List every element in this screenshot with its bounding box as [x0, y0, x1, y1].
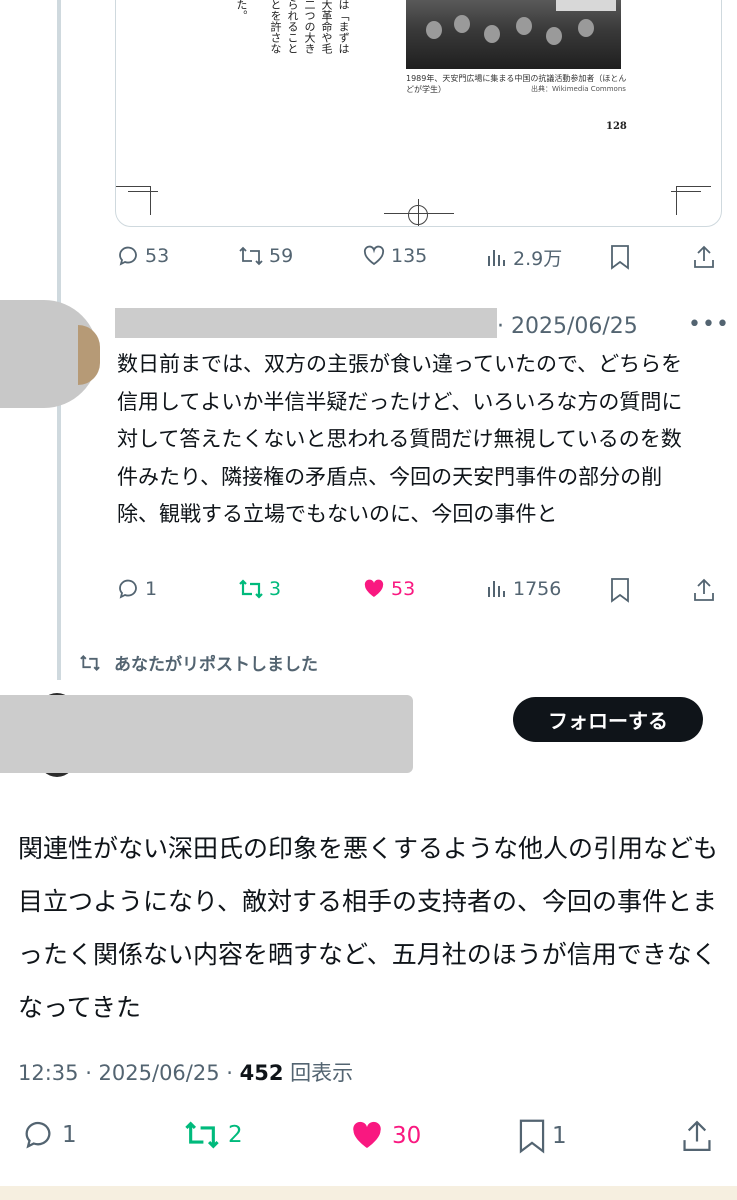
username-redacted[interactable] [115, 308, 497, 338]
reply-icon [115, 577, 141, 601]
author-header-redacted[interactable] [0, 695, 413, 773]
view-count: 2.9万 [513, 248, 563, 270]
crop-mark [128, 191, 158, 220]
book-text-column: は「まずは [337, 0, 350, 54]
like-count: 30 [392, 1123, 422, 1149]
page-number: 128 [606, 121, 627, 132]
bookmark-icon [516, 1118, 548, 1154]
bookmark-count: 1 [552, 1123, 567, 1149]
share-button[interactable] [692, 244, 716, 270]
crop-mark [671, 191, 701, 220]
repost-icon [80, 654, 100, 671]
repost-button-active[interactable]: 2 [180, 1118, 243, 1152]
reply-text: 数日前までは、双方の主張が食い違っていたので、どちらを信用してよいか半信半疑だっ… [117, 352, 683, 526]
reply-button[interactable]: 1 [18, 1118, 77, 1152]
view-label: 回表示 [290, 1061, 354, 1085]
share-icon [692, 577, 716, 603]
protest-photo [406, 0, 621, 69]
view-count: 1756 [513, 578, 562, 600]
repost-icon [180, 1118, 224, 1152]
like-button-active[interactable]: 30 [346, 1118, 421, 1154]
bookmark-button[interactable]: 1 [516, 1118, 567, 1154]
bookmark-button[interactable] [609, 244, 631, 270]
reply-count: 53 [145, 245, 170, 267]
like-count: 135 [391, 245, 428, 267]
main-post-text: 関連性がない深田氏の印象を悪くするような他人の引用なども目立つようになり、敵対す… [18, 834, 719, 1022]
like-button[interactable]: 135 [361, 244, 427, 268]
repost-button[interactable]: 59 [237, 244, 293, 268]
views-button[interactable]: 2.9万 [485, 244, 562, 271]
repost-count: 2 [228, 1122, 243, 1148]
repost-button-active[interactable]: 3 [237, 577, 281, 601]
book-text-column: た。 [235, 0, 248, 21]
book-text-column: 大革命や毛 [320, 0, 333, 54]
heart-filled-icon [346, 1118, 388, 1154]
reply-count: 1 [145, 578, 158, 600]
post-meta: 12:35 · 2025/06/25 · 452 回表示 [18, 1057, 353, 1087]
reply-icon [115, 244, 141, 268]
bookmark-button[interactable] [609, 577, 631, 603]
bar-chart-icon [485, 246, 509, 270]
view-count: 452 [239, 1061, 284, 1085]
views-button[interactable]: 1756 [485, 577, 561, 601]
reply-count: 1 [62, 1122, 77, 1148]
repost-notice: あなたがリポストしました [78, 650, 318, 675]
more-options-icon[interactable]: ••• [688, 312, 730, 337]
bookmark-icon [609, 577, 631, 603]
book-text-column: とを許さな [269, 0, 282, 54]
share-button[interactable] [680, 1118, 714, 1154]
photo-source: 出典：Wikimedia Commons [531, 85, 626, 93]
avatar-edge [78, 325, 100, 385]
reply-icon [18, 1118, 58, 1152]
bookmark-icon [609, 244, 631, 270]
book-text-column: 二つの大き [303, 0, 316, 54]
heart-icon [361, 244, 387, 268]
like-button-active[interactable]: 53 [361, 577, 415, 601]
share-button[interactable] [692, 577, 716, 603]
book-text-column: られること [286, 0, 299, 54]
repost-icon [237, 577, 265, 601]
reply-button[interactable]: 1 [115, 577, 157, 601]
heart-filled-icon [361, 577, 387, 601]
registration-mark-line [418, 199, 419, 226]
repost-icon [237, 244, 265, 268]
follow-button[interactable]: フォローする [513, 697, 703, 742]
bar-chart-icon [485, 577, 509, 601]
post-media-book-page[interactable]: は「まずは 大革命や毛 二つの大き られること とを許さな た。 1989年、天… [115, 0, 722, 227]
reply-button[interactable]: 53 [115, 244, 169, 268]
reply-date[interactable]: · 2025/06/25 [497, 314, 638, 339]
share-icon [680, 1118, 714, 1154]
post-time[interactable]: 12:35 · 2025/06/25 · [18, 1061, 240, 1085]
repost-count: 59 [269, 245, 294, 267]
like-count: 53 [391, 578, 416, 600]
share-icon [692, 244, 716, 270]
bottom-edge [0, 1186, 737, 1200]
repost-count: 3 [269, 578, 282, 600]
repost-notice-text: あなたがリポストしました [114, 655, 318, 675]
